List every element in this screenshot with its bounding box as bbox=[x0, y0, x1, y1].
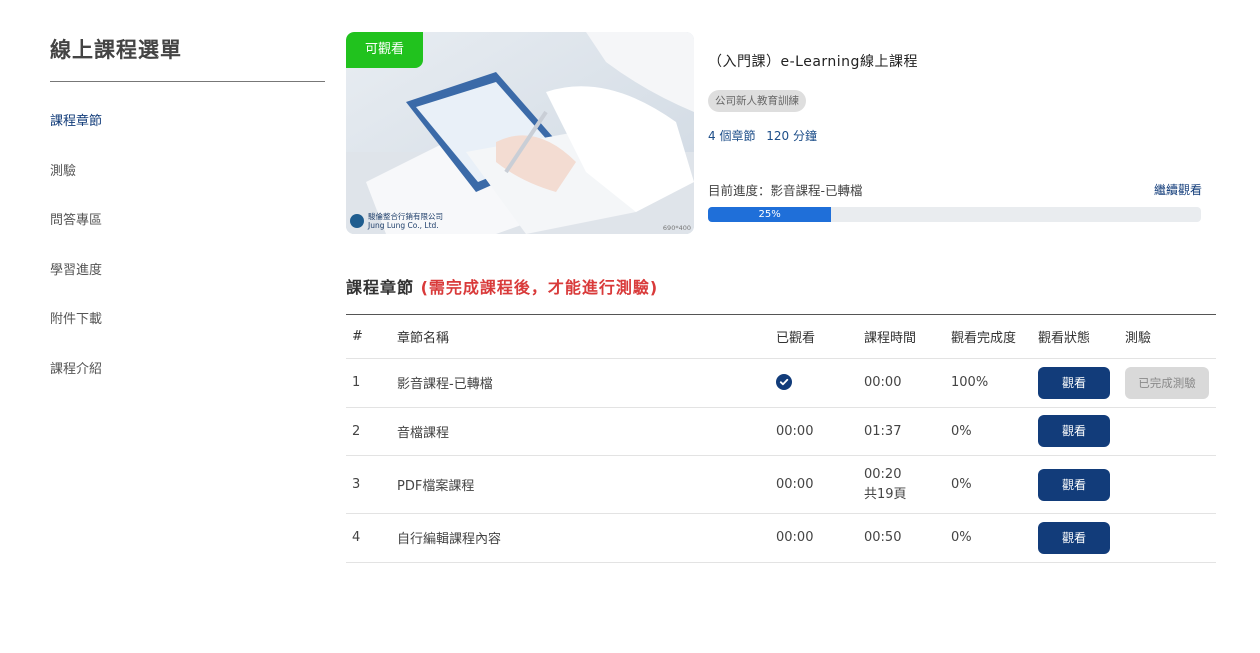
course-cover-image: 可觀看 駿倫整合行銷有限公司 Jung Lung Co., Ltd. 690*4… bbox=[346, 32, 694, 234]
sidebar: 線上課程選單 課程章節 測驗 問答專區 學習進度 附件下載 課程介紹 bbox=[50, 34, 325, 409]
continue-watching-link[interactable]: 繼續觀看 bbox=[1154, 181, 1202, 198]
watch-button[interactable]: 觀看 bbox=[1038, 468, 1110, 501]
course-title: （入門課）e-Learning線上課程 bbox=[708, 54, 918, 70]
chapters-note: (需完成課程後，才能進行測驗) bbox=[420, 278, 659, 297]
row-page-count: 共19頁 bbox=[864, 486, 907, 502]
row-status: 觀看 bbox=[1038, 455, 1125, 514]
row-num: 4 bbox=[346, 513, 397, 563]
sidebar-item-qa[interactable]: 問答專區 bbox=[50, 211, 325, 261]
course-tag: 公司新人教育訓練 bbox=[708, 90, 806, 112]
header-watched: 已觀看 bbox=[776, 314, 864, 359]
progress-bar: 25% bbox=[708, 207, 1201, 222]
table-row: 3 PDF檔案課程 00:00 00:20 共19頁 0% 觀看 bbox=[346, 455, 1216, 514]
row-quiz: 已完成測驗 bbox=[1125, 358, 1216, 408]
sidebar-item-chapters[interactable]: 課程章節 bbox=[50, 112, 325, 162]
image-size-label: 690*400 bbox=[662, 224, 691, 232]
quiz-completed-button: 已完成測驗 bbox=[1125, 366, 1209, 399]
chapter-count: 4 個章節 bbox=[708, 129, 756, 143]
row-completion: 0% bbox=[951, 407, 1038, 456]
row-quiz bbox=[1125, 455, 1216, 514]
row-name: PDF檔案課程 bbox=[397, 455, 776, 514]
progress-row: 目前進度：影音課程-已轉檔 繼續觀看 bbox=[708, 180, 1202, 199]
chapter-table: # 章節名稱 已觀看 課程時間 觀看完成度 觀看狀態 測驗 1 影音課程-已轉檔… bbox=[346, 314, 1216, 563]
row-completion: 0% bbox=[951, 513, 1038, 563]
check-circle-icon bbox=[776, 374, 792, 391]
row-watched: 00:00 bbox=[776, 455, 864, 514]
row-completion: 100% bbox=[951, 358, 1038, 408]
sidebar-title: 線上課程選單 bbox=[50, 34, 325, 82]
progress-label: 目前進度：影音課程-已轉檔 bbox=[708, 183, 863, 198]
progress-fill: 25% bbox=[708, 207, 832, 222]
table-row: 4 自行編輯課程內容 00:00 00:50 0% 觀看 bbox=[346, 513, 1216, 563]
row-watched: 00:00 bbox=[776, 513, 864, 563]
row-watched: 00:00 bbox=[776, 407, 864, 456]
brand-name-en: Jung Lung Co., Ltd. bbox=[368, 221, 439, 230]
table-header-row: # 章節名稱 已觀看 課程時間 觀看完成度 觀看狀態 測驗 bbox=[346, 314, 1216, 359]
watchable-badge: 可觀看 bbox=[346, 32, 424, 68]
cover-brand: 駿倫整合行銷有限公司 Jung Lung Co., Ltd. bbox=[350, 212, 443, 230]
header-num: # bbox=[346, 314, 397, 359]
company-logo-icon bbox=[350, 214, 364, 228]
watch-button[interactable]: 觀看 bbox=[1038, 366, 1110, 399]
table-row: 1 影音課程-已轉檔 00:00 100% 觀看 已完成測驗 bbox=[346, 358, 1216, 408]
header-quiz: 測驗 bbox=[1125, 314, 1216, 359]
header-time: 課程時間 bbox=[864, 314, 951, 359]
row-time: 00:00 bbox=[864, 358, 951, 408]
sidebar-item-attachments[interactable]: 附件下載 bbox=[50, 310, 325, 360]
row-quiz bbox=[1125, 407, 1216, 456]
watch-button[interactable]: 觀看 bbox=[1038, 521, 1110, 554]
header-name: 章節名稱 bbox=[397, 314, 776, 359]
row-time: 00:20 共19頁 bbox=[864, 455, 951, 514]
row-time-value: 00:20 bbox=[864, 466, 902, 482]
course-info: （入門課）e-Learning線上課程 公司新人教育訓練 4 個章節 120 分… bbox=[708, 32, 1202, 222]
row-name: 影音課程-已轉檔 bbox=[397, 358, 776, 408]
row-name: 自行編輯課程內容 bbox=[397, 513, 776, 563]
row-num: 1 bbox=[346, 358, 397, 408]
header-status: 觀看狀態 bbox=[1038, 314, 1125, 359]
row-num: 3 bbox=[346, 455, 397, 514]
row-num: 2 bbox=[346, 407, 397, 456]
sidebar-item-progress[interactable]: 學習進度 bbox=[50, 261, 325, 311]
row-time: 01:37 bbox=[864, 407, 951, 456]
watch-button[interactable]: 觀看 bbox=[1038, 415, 1110, 448]
sidebar-item-quiz[interactable]: 測驗 bbox=[50, 162, 325, 212]
row-completion: 0% bbox=[951, 455, 1038, 514]
sidebar-menu: 課程章節 測驗 問答專區 學習進度 附件下載 課程介紹 bbox=[50, 112, 325, 409]
course-meta: 4 個章節 120 分鐘 bbox=[708, 127, 1202, 144]
row-name: 音檔課程 bbox=[397, 407, 776, 456]
header-completion: 觀看完成度 bbox=[951, 314, 1038, 359]
sidebar-item-intro[interactable]: 課程介紹 bbox=[50, 360, 325, 410]
brand-name: 駿倫整合行銷有限公司 bbox=[368, 212, 443, 221]
table-row: 2 音檔課程 00:00 01:37 0% 觀看 bbox=[346, 407, 1216, 456]
course-duration: 120 分鐘 bbox=[766, 129, 818, 143]
chapters-title: 課程章節 bbox=[346, 278, 415, 297]
chapters-heading: 課程章節 (需完成課程後，才能進行測驗) bbox=[346, 274, 658, 298]
row-status: 觀看 bbox=[1038, 513, 1125, 563]
row-quiz bbox=[1125, 513, 1216, 563]
row-watched bbox=[776, 358, 864, 408]
row-status: 觀看 bbox=[1038, 358, 1125, 408]
row-time: 00:50 bbox=[864, 513, 951, 563]
row-status: 觀看 bbox=[1038, 407, 1125, 456]
